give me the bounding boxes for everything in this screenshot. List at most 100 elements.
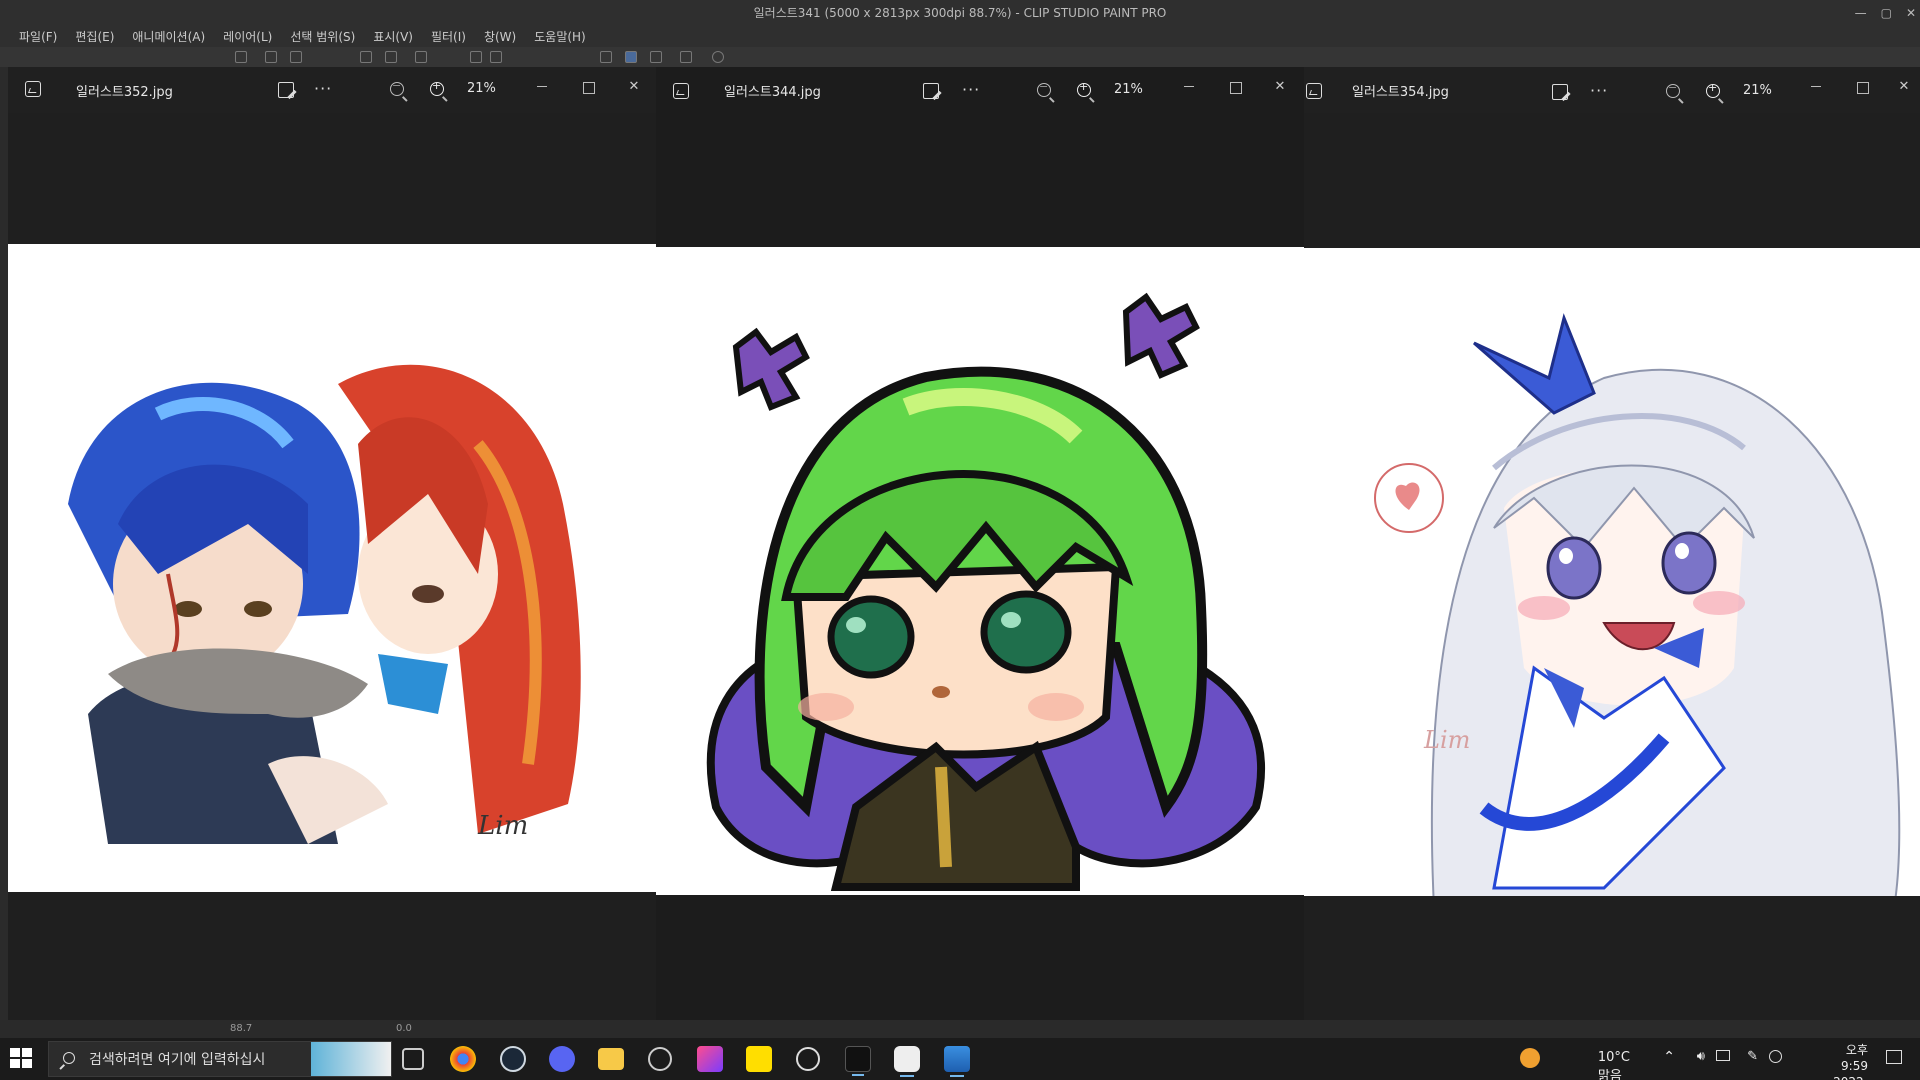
show-hidden-icons-icon[interactable]: ⌃ [1663,1049,1675,1065]
windows-logo-icon [10,1048,20,1057]
settings-app-icon[interactable] [796,1047,820,1071]
photo-viewer-window-3[interactable]: 일러스트354.jpg ··· 21% ✕ [1304,67,1920,1024]
volume-icon[interactable]: 🔊︎ [1697,1049,1705,1064]
clear-icon[interactable] [415,51,427,63]
snap-grid-icon[interactable] [650,51,662,63]
help-icon[interactable] [712,51,724,63]
search-placeholder: 검색하려면 여기에 입력하십시 [89,1052,266,1068]
artwork-chibi-couple: Lim [68,364,581,844]
clock[interactable]: 오후 9:59 2022-11-01 [1833,1042,1868,1080]
csp-window-controls: — ▢ ✕ [1855,0,1916,25]
task-view-icon[interactable] [402,1048,424,1070]
edit-image-icon[interactable] [278,82,294,98]
viewer-minimize-button[interactable] [1179,77,1199,97]
file-explorer-icon[interactable] [598,1048,624,1070]
taskbar: 검색하려면 여기에 입력하십시 10°C 맑음 ⌃ 🔊︎ ✎ 오후 9:59 2… [0,1038,1920,1080]
artwork-image-1: Lim [8,244,656,892]
photo-viewer-window-2[interactable]: 일러스트344.jpg ··· 21% ✕ [656,67,1304,1024]
menu-layer[interactable]: 레이어(L) [214,28,281,45]
csp-minimize-button[interactable]: — [1855,6,1867,20]
menu-help[interactable]: 도움말(H) [525,28,595,45]
zoom-out-icon[interactable] [390,79,404,96]
clip-studio-icon[interactable] [680,51,692,63]
redo-icon[interactable] [385,51,397,63]
zoom-level: 21% [1114,82,1143,97]
viewer-maximize-button[interactable] [1225,77,1245,97]
canvas-angle-value[interactable]: 0.0 [396,1023,412,1034]
photos-icon[interactable] [944,1046,970,1077]
csp-close-button[interactable]: ✕ [1906,6,1916,20]
menu-filter[interactable]: 필터(I) [422,28,475,45]
artist-signature: Lim [477,811,528,841]
zoom-in-icon[interactable] [1706,81,1720,98]
undo-icon[interactable] [360,51,372,63]
open-file-icon[interactable] [265,51,277,63]
menu-window[interactable]: 창(W) [475,28,525,45]
clip-studio-paint-icon[interactable] [845,1046,871,1076]
network-icon[interactable] [1716,1050,1730,1061]
search-icon [63,1052,75,1064]
obs-icon[interactable] [648,1047,672,1071]
new-canvas-icon[interactable] [235,51,247,63]
viewer-minimize-button[interactable] [1806,77,1826,97]
csp-titlebar: 일러스트341 (5000 x 2813px 300dpi 88.7%) - C… [0,0,1920,25]
menu-edit[interactable]: 편집(E) [66,28,123,45]
viewer-filename: 일러스트354.jpg [1352,84,1449,100]
clock-date: 2022-11-01 [1833,1074,1868,1080]
steam-icon[interactable] [500,1046,526,1072]
photos-app-icon [1306,83,1322,99]
fill-icon[interactable] [470,51,482,63]
photos-app-icon [673,83,689,99]
discord-icon[interactable] [549,1046,575,1072]
artist-signature: Lim [1423,726,1470,754]
menu-animation[interactable]: 애니메이션(A) [123,28,214,45]
viewer-maximize-button[interactable] [1852,77,1872,97]
save-icon[interactable] [290,51,302,63]
csp-maximize-button[interactable]: ▢ [1881,6,1892,20]
edit-image-icon[interactable] [923,83,939,99]
search-highlight-image [311,1042,391,1076]
more-options-icon[interactable]: ··· [962,80,980,99]
zoom-level: 21% [1743,83,1772,98]
menu-selection[interactable]: 선택 범위(S) [281,28,364,45]
creative-cloud-icon[interactable] [697,1046,723,1072]
viewer-filename: 일러스트352.jpg [76,84,173,100]
viewer-close-button[interactable]: ✕ [1270,77,1290,97]
zoom-in-icon[interactable] [430,79,444,96]
more-options-icon[interactable]: ··· [1590,81,1608,100]
clip-studio-icon[interactable] [894,1046,920,1077]
photo-viewer-window-1[interactable]: 일러스트352.jpg ··· 21% ✕ [8,67,656,1024]
notification-center-icon[interactable] [1886,1050,1902,1064]
pen-icon[interactable]: ✎ [1747,1049,1758,1064]
artwork-white-hair-girl: Lim [1374,313,1901,896]
kakaotalk-icon[interactable] [746,1046,772,1072]
viewer-titlebar: 일러스트352.jpg ··· 21% ✕ [8,67,656,113]
windows-start-button[interactable] [10,1048,34,1070]
viewer-minimize-button[interactable] [532,77,552,97]
edit-image-icon[interactable] [1552,84,1568,100]
viewer-close-button[interactable]: ✕ [1894,77,1914,97]
artwork-image-3: Lim [1304,248,1920,896]
transform-icon[interactable] [490,51,502,63]
zoom-out-icon[interactable] [1666,81,1680,98]
viewer-close-button[interactable]: ✕ [624,77,644,97]
snap-special-ruler-icon[interactable] [625,51,637,63]
weather-text[interactable]: 10°C 맑음 [1598,1050,1630,1080]
viewer-filename: 일러스트344.jpg [724,84,821,100]
status-icon[interactable] [1769,1050,1782,1063]
artwork-image-2 [656,247,1304,895]
taskbar-search-box[interactable]: 검색하려면 여기에 입력하십시 [48,1041,392,1077]
more-options-icon[interactable]: ··· [314,79,332,98]
menu-view[interactable]: 표시(V) [364,28,422,45]
menu-file[interactable]: 파일(F) [10,28,66,45]
canvas-zoom-value[interactable]: 88.7 [230,1023,252,1034]
snap-ruler-icon[interactable] [600,51,612,63]
zoom-out-icon[interactable] [1037,80,1051,97]
chrome-icon[interactable] [450,1046,476,1072]
moon-weather-icon [1520,1048,1540,1068]
csp-status-bar: 88.7 0.0 [0,1020,1920,1038]
viewer-titlebar: 일러스트344.jpg ··· 21% ✕ [656,67,1304,113]
viewer-maximize-button[interactable] [578,77,598,97]
zoom-in-icon[interactable] [1077,80,1091,97]
csp-command-bar [0,47,1920,67]
